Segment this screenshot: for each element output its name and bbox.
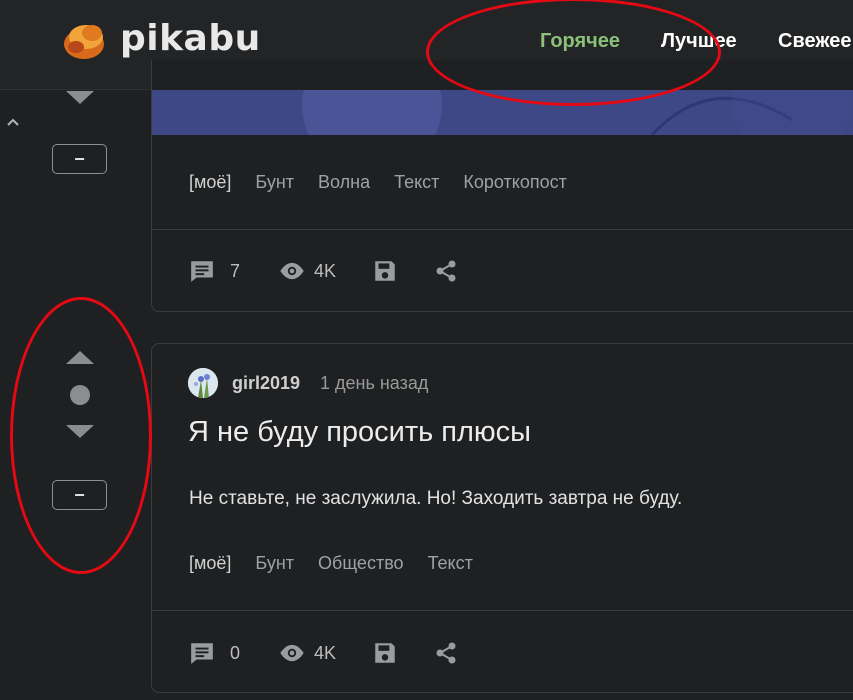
post-card-previous: [моё] Бунт Волна Текст Короткопост 7 4K [151, 60, 853, 312]
share-icon [436, 260, 456, 282]
comment-icon [191, 261, 213, 282]
tab-best[interactable]: Лучшее [661, 30, 737, 53]
tab-fresh[interactable]: Свежее [778, 30, 852, 53]
tag-item[interactable]: Текст [394, 172, 439, 193]
post-title[interactable]: Я не буду просить плюсы [188, 416, 531, 449]
downvote-icon[interactable] [66, 425, 94, 439]
tag-item[interactable]: Общество [318, 553, 404, 574]
comments-count: 7 [230, 260, 241, 281]
tag-item[interactable]: Текст [428, 553, 473, 574]
tag-own[interactable]: [моё] [189, 172, 231, 193]
comment-icon [191, 643, 213, 664]
share-icon [436, 642, 456, 664]
card-divider [152, 610, 853, 611]
post-actions: 0 4K [188, 640, 458, 666]
views-count: 4K [314, 260, 337, 281]
tag-list: [моё] Бунт Общество Текст [189, 553, 473, 574]
author-name[interactable]: girl2019 [232, 373, 300, 394]
tag-item[interactable]: Бунт [255, 172, 294, 193]
save-icon [375, 643, 395, 663]
tag-item[interactable]: Бунт [255, 553, 294, 574]
views-count: 4K [314, 642, 337, 663]
post-timestamp: 1 день назад [320, 373, 429, 393]
minus-button[interactable]: − [52, 144, 107, 174]
save-icon [375, 261, 395, 281]
tab-hot[interactable]: Горячее [540, 30, 620, 53]
chevron-up-icon[interactable] [6, 117, 20, 127]
views-indicator: 4K [278, 261, 336, 282]
tag-own[interactable]: [моё] [189, 553, 231, 574]
post-body: Не ставьте, не заслужила. Но! Заходить з… [189, 488, 683, 509]
save-button[interactable] [372, 640, 398, 666]
upvote-icon[interactable] [66, 350, 94, 364]
eye-icon [280, 644, 304, 662]
eye-icon [280, 262, 304, 280]
tag-item[interactable]: Волна [318, 172, 370, 193]
post-image-banner [152, 90, 853, 135]
save-button[interactable] [372, 258, 398, 284]
downvote-icon[interactable] [66, 91, 94, 105]
rating-dot-icon [70, 385, 90, 405]
share-button[interactable] [434, 259, 458, 283]
comments-button[interactable]: 7 [188, 258, 240, 284]
post-actions: 7 4K [188, 258, 458, 284]
views-indicator: 4K [278, 643, 336, 664]
tag-item[interactable]: Короткопост [463, 172, 566, 193]
comments-count: 0 [230, 642, 241, 663]
comments-button[interactable]: 0 [188, 640, 240, 666]
banner-decoration [302, 90, 852, 135]
share-button[interactable] [434, 641, 458, 665]
card-divider [152, 229, 853, 230]
pikabu-logo-icon[interactable] [62, 17, 108, 61]
avatar[interactable] [188, 368, 218, 398]
minus-button[interactable]: − [52, 480, 107, 510]
tag-list: [моё] Бунт Волна Текст Короткопост [189, 172, 567, 193]
post-card: girl2019 1 день назад Я не буду просить … [151, 343, 853, 693]
avatar-image [188, 368, 218, 398]
logo-text[interactable]: pikabu [120, 18, 261, 59]
